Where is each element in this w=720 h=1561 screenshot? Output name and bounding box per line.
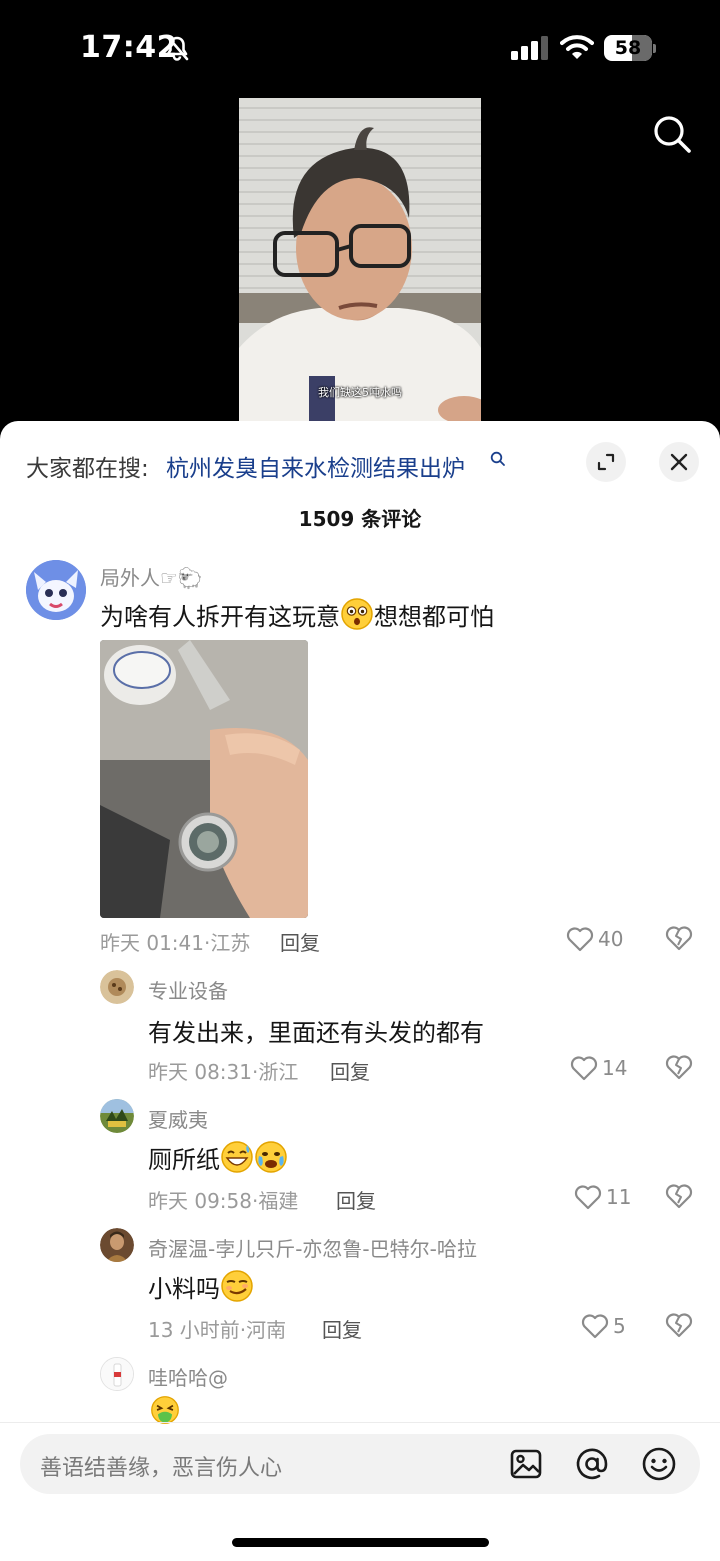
bell-slash-icon <box>165 35 189 65</box>
comment-meta: 昨天 08:31·浙江 <box>148 1060 299 1084</box>
comment-text-part: 小料吗 <box>148 1275 220 1303</box>
reply-button[interactable]: 回复 <box>336 1185 376 1214</box>
status-bar: 17:42 58 <box>0 0 720 98</box>
heart-outline-icon <box>566 927 594 952</box>
home-indicator[interactable] <box>232 1538 489 1547</box>
status-time: 17:42 <box>80 30 178 65</box>
like-button[interactable]: 5 <box>581 1311 626 1341</box>
reply-button[interactable]: 回复 <box>330 1056 370 1085</box>
wifi-icon <box>560 33 594 65</box>
comment-text-part: 厕所纸 <box>148 1146 220 1174</box>
divider <box>0 1422 720 1423</box>
smirk-emoji-icon <box>220 1269 254 1309</box>
avatar[interactable] <box>100 970 134 1004</box>
expand-button[interactable] <box>586 442 626 482</box>
comment-text-part: 想想都可怕 <box>374 603 494 631</box>
image-icon[interactable] <box>508 1446 544 1486</box>
trending-search-label: 大家都在搜: <box>26 456 149 482</box>
like-button[interactable]: 14 <box>570 1053 627 1083</box>
avatar[interactable] <box>100 1228 134 1262</box>
broken-heart-icon[interactable] <box>665 1183 693 1213</box>
comment-text: 为啥有人拆开有这玩意 想想都可怕 <box>100 597 494 637</box>
comment-photo-image <box>100 640 308 918</box>
magnifier-icon[interactable] <box>652 114 692 158</box>
heart-outline-icon <box>581 1314 609 1339</box>
like-count: 11 <box>606 1185 632 1209</box>
at-icon[interactable] <box>574 1446 610 1486</box>
like-count: 14 <box>602 1056 628 1080</box>
battery-indicator: 58 <box>604 35 656 61</box>
comment-text: 小料吗 <box>148 1269 254 1309</box>
video-player[interactable]: 我们缺这5吨水吗 <box>239 98 481 422</box>
comment-username[interactable]: 夏威夷 <box>148 1104 208 1133</box>
astonished-emoji-icon <box>340 597 374 637</box>
expand-icon <box>597 453 615 471</box>
avatar[interactable] <box>100 1357 134 1391</box>
like-button[interactable]: 40 <box>566 924 623 954</box>
broken-heart-icon[interactable] <box>665 1054 693 1084</box>
video-caption: 我们缺这5吨水吗 <box>318 386 402 399</box>
smiley-icon[interactable] <box>641 1446 677 1486</box>
search-small-icon <box>490 451 506 471</box>
comment-username[interactable]: 局外人☞🐑 <box>100 562 203 591</box>
trending-search-link[interactable]: 杭州发臭自来水检测结果出炉 <box>166 449 465 483</box>
comment-photo[interactable] <box>100 640 308 918</box>
comment-username[interactable]: 哇哈哈@ <box>148 1362 228 1391</box>
broken-heart-icon[interactable] <box>665 925 693 955</box>
close-button[interactable] <box>659 442 699 482</box>
avatar[interactable] <box>100 1099 134 1133</box>
comment-text: 有发出来，里面还有头发的都有 <box>148 1019 484 1047</box>
reply-button[interactable]: 回复 <box>322 1314 362 1343</box>
like-button[interactable]: 11 <box>574 1182 631 1212</box>
video-frame-image <box>239 98 481 422</box>
comment-text: 厕所纸 <box>148 1140 288 1180</box>
comment-text-part: 为啥有人拆开有这玩意 <box>100 603 340 631</box>
avatar[interactable] <box>26 560 86 620</box>
like-count: 5 <box>613 1314 626 1338</box>
broken-heart-icon[interactable] <box>665 1312 693 1342</box>
crying-emoji-icon <box>254 1140 288 1180</box>
close-icon <box>670 453 688 471</box>
comment-count: 1509 条评论 <box>298 507 422 531</box>
cellular-signal-icon <box>511 36 549 64</box>
nauseated-emoji-icon <box>150 1395 180 1429</box>
comment-meta: 昨天 01:41·江苏 <box>100 931 251 955</box>
heart-outline-icon <box>574 1185 602 1210</box>
battery-percent: 58 <box>614 37 642 59</box>
reply-button[interactable]: 回复 <box>280 927 320 956</box>
comment-sheet: 大家都在搜: 杭州发臭自来水检测结果出炉 1509 条评论 局外人☞🐑 为啥有人… <box>0 421 720 1561</box>
like-count: 40 <box>598 927 624 951</box>
heart-outline-icon <box>570 1056 598 1081</box>
comment-username[interactable]: 专业设备 <box>148 975 228 1004</box>
comment-input[interactable]: 善语结善缘，恶言伤人心 <box>20 1434 700 1494</box>
grinning-sweat-emoji-icon <box>220 1140 254 1180</box>
comment-input-placeholder: 善语结善缘，恶言伤人心 <box>40 1456 283 1481</box>
comment-meta: 昨天 09:58·福建 <box>148 1189 299 1213</box>
comment-meta: 13 小时前·河南 <box>148 1318 287 1342</box>
comment-username[interactable]: 奇渥温-孛儿只斤-亦忽鲁-巴特尔-哈拉 <box>148 1233 477 1262</box>
